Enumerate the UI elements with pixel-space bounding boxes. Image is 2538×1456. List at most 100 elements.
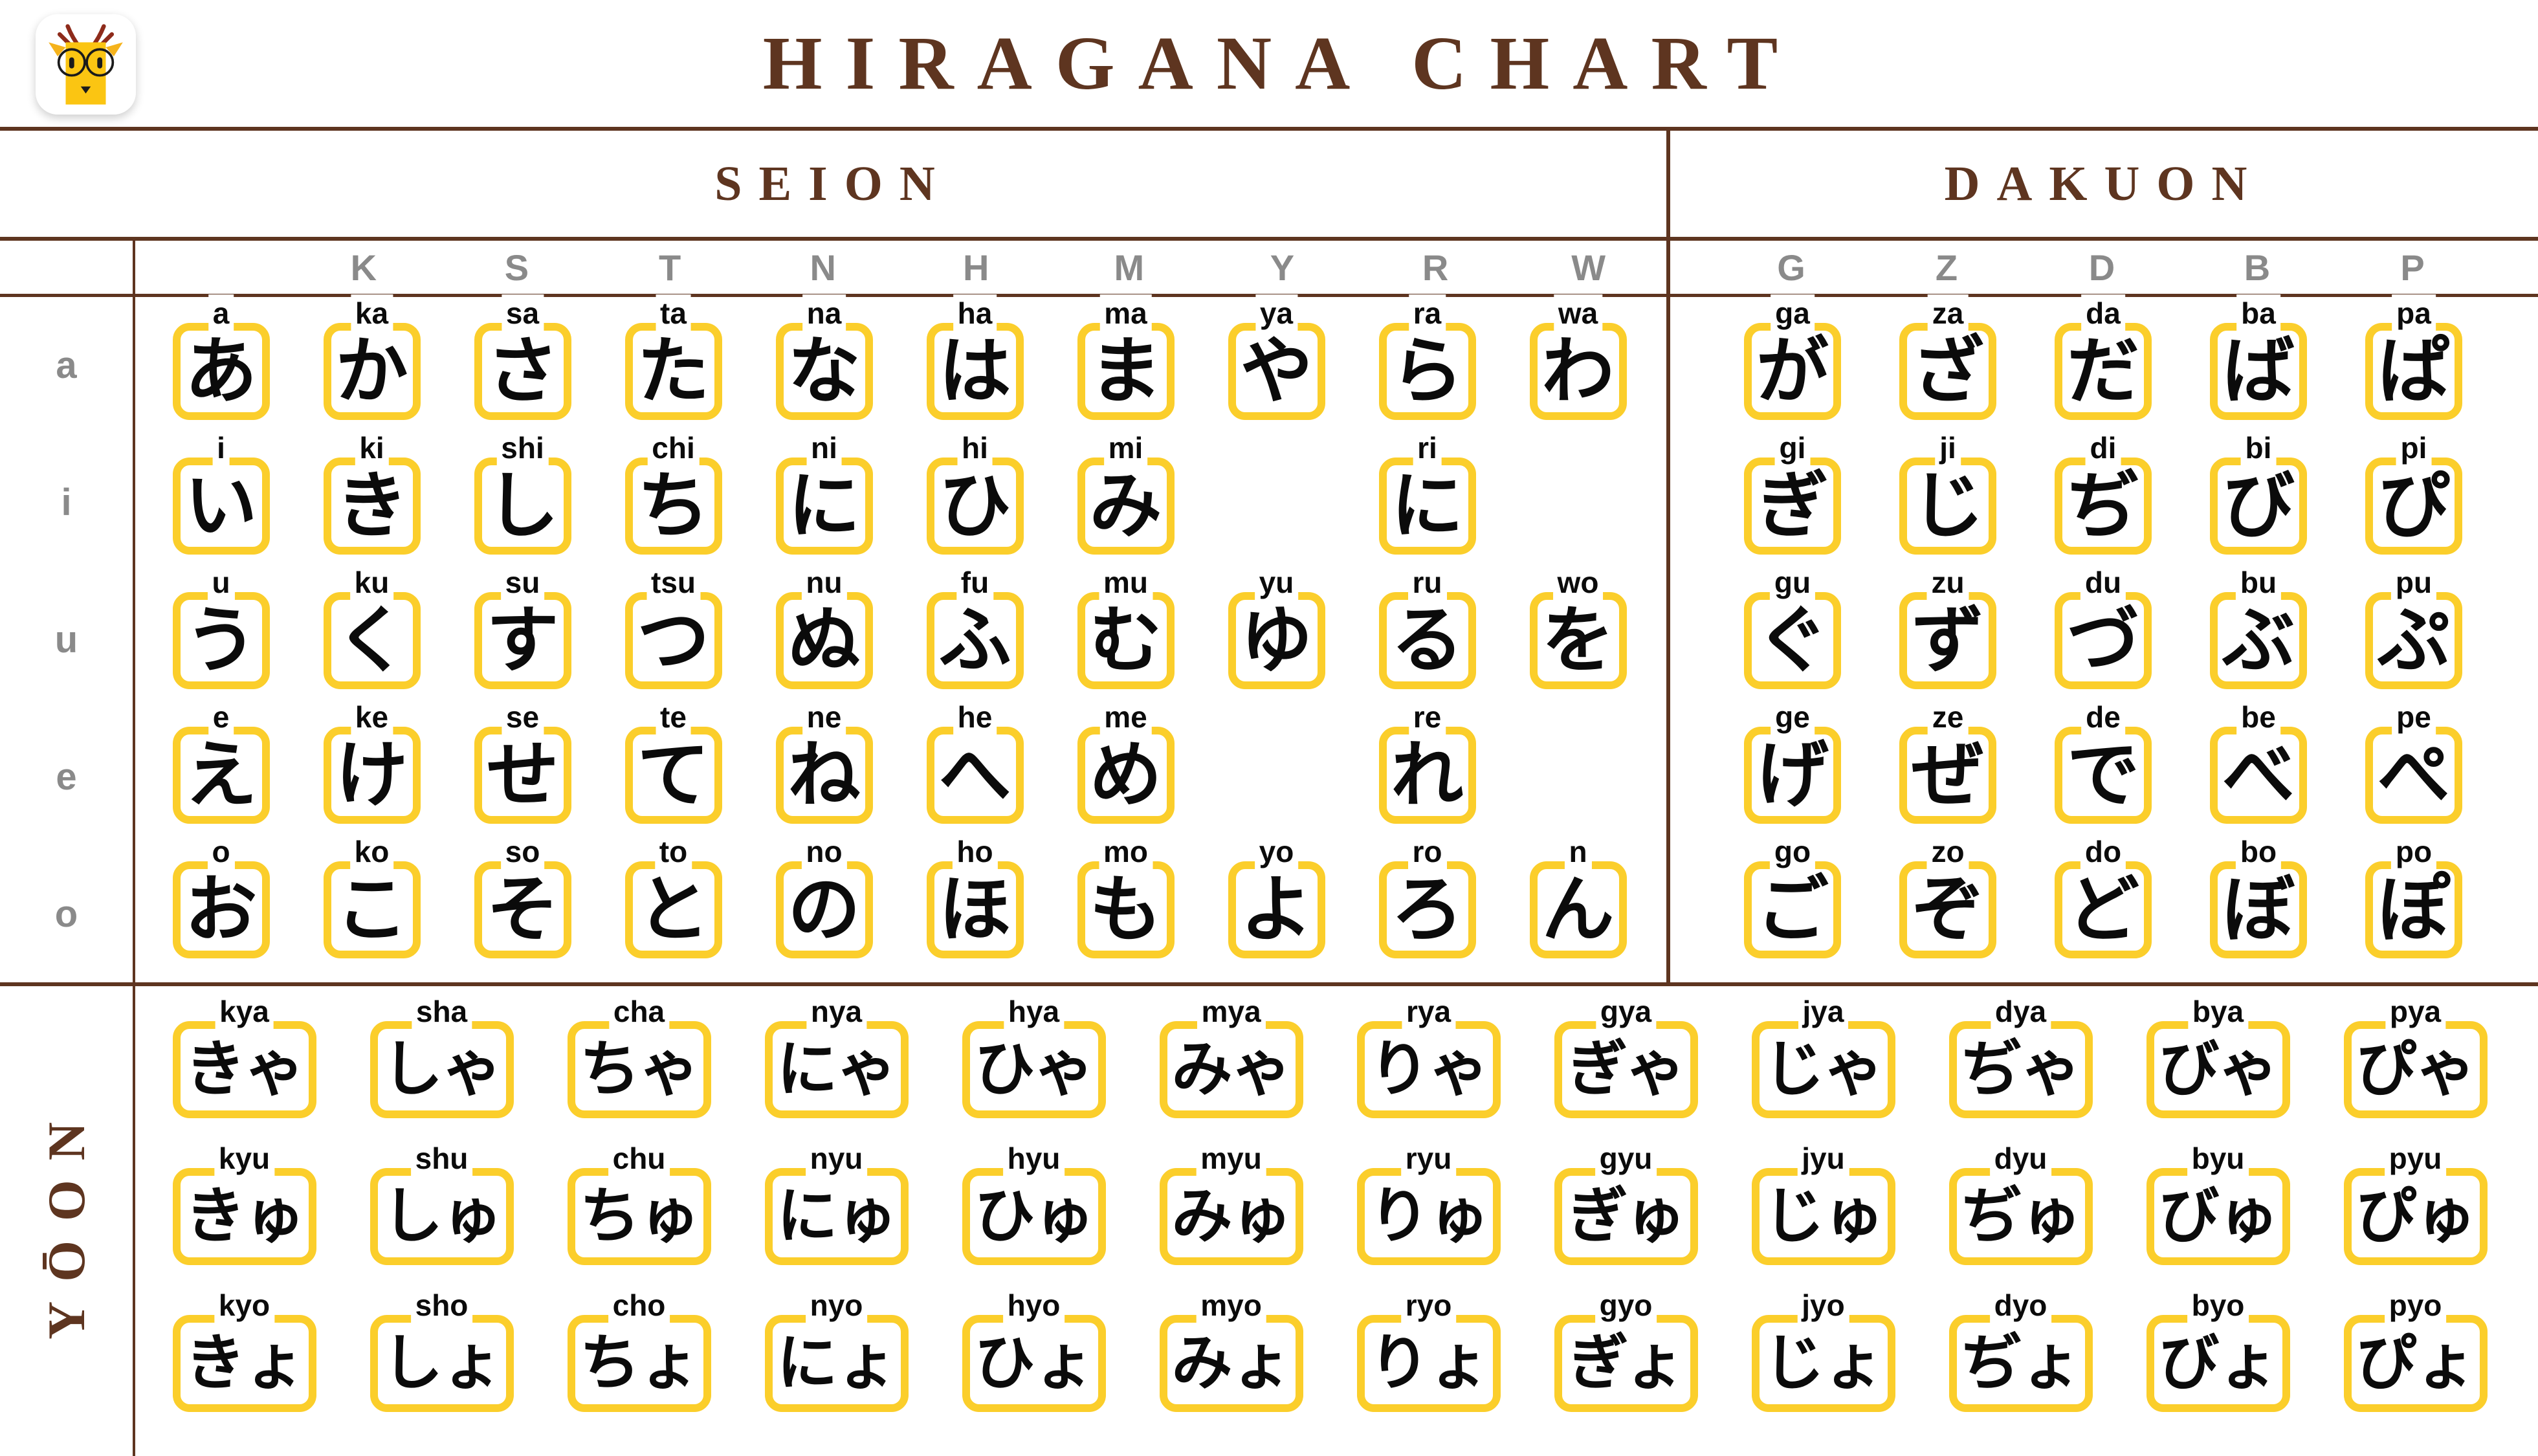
kana-card[interactable]: shi し	[474, 429, 571, 555]
kana-cell[interactable]: jyo じょ	[1725, 1286, 1922, 1437]
kana-cell[interactable]: pi ぴ	[2336, 429, 2491, 573]
kana-card[interactable]: ra ら	[1378, 294, 1476, 420]
kana-card[interactable]: bu ぶ	[2210, 564, 2307, 689]
kana-card[interactable]: ke け	[323, 698, 421, 824]
kana-card[interactable]: ha は	[926, 294, 1024, 420]
kana-card[interactable]: gya ぎゃ	[1554, 993, 1698, 1119]
kana-cell[interactable]: ka か	[296, 294, 447, 439]
kana-card[interactable]: ji じ	[1899, 429, 1996, 555]
kana-cell[interactable]: ta た	[598, 294, 749, 439]
kana-card[interactable]: ku く	[323, 564, 421, 689]
kana-card[interactable]: fu ふ	[926, 564, 1024, 689]
kana-card[interactable]: kyo きょ	[172, 1286, 316, 1412]
kana-cell[interactable]: ne ね	[749, 698, 899, 843]
kana-cell[interactable]: bo ぼ	[2181, 833, 2336, 977]
kana-card[interactable]: bo ぼ	[2210, 833, 2307, 958]
kana-card[interactable]: sho しょ	[370, 1286, 514, 1412]
kana-cell[interactable]: bi び	[2181, 429, 2336, 573]
kana-card[interactable]: ge げ	[1744, 698, 1841, 824]
kana-cell[interactable]: to と	[598, 833, 749, 977]
kana-cell[interactable]: kya きゃ	[146, 993, 343, 1143]
kana-card[interactable]: ne ね	[775, 698, 873, 824]
kana-cell[interactable]: mi み	[1050, 429, 1201, 573]
kana-card[interactable]: za ざ	[1899, 294, 1996, 420]
kana-card[interactable]: de で	[2055, 698, 2152, 824]
kana-cell[interactable]: yo よ	[1201, 833, 1352, 977]
kana-card[interactable]: ma ま	[1077, 294, 1175, 420]
kana-cell[interactable]: zo ぞ	[1870, 833, 2025, 977]
kana-cell[interactable]: nu ぬ	[749, 564, 899, 708]
kana-cell[interactable]: ri に	[1352, 429, 1503, 573]
kana-card[interactable]: ze ぜ	[1899, 698, 1996, 824]
kana-card[interactable]: pya ぴゃ	[2343, 993, 2488, 1119]
kana-cell[interactable]: gu ぐ	[1715, 564, 1870, 708]
kana-card[interactable]: ka か	[323, 294, 421, 420]
kana-cell[interactable]: ko こ	[296, 833, 447, 977]
kana-card[interactable]: nya にゃ	[764, 993, 909, 1119]
kana-card[interactable]: ki き	[323, 429, 421, 555]
kana-cell[interactable]: pyu ぴゅ	[2317, 1139, 2514, 1290]
kana-card[interactable]: ryo りょ	[1356, 1286, 1501, 1412]
kana-cell[interactable]: nya にゃ	[738, 993, 935, 1143]
kana-card[interactable]: da だ	[2055, 294, 2152, 420]
kana-cell[interactable]: shu しゅ	[343, 1139, 540, 1290]
kana-card[interactable]: se せ	[474, 698, 571, 824]
kana-card[interactable]: ro ろ	[1378, 833, 1476, 958]
kana-card[interactable]: ta た	[624, 294, 722, 420]
kana-card[interactable]: gyo ぎょ	[1554, 1286, 1698, 1412]
kana-cell[interactable]: nん	[1503, 833, 1653, 977]
kana-cell[interactable]: ho ほ	[899, 833, 1050, 977]
kana-card[interactable]: pa ぱ	[2365, 294, 2462, 420]
kana-card[interactable]: ryu りゅ	[1356, 1139, 1501, 1265]
kana-cell[interactable]: gyu ぎゅ	[1527, 1139, 1725, 1290]
kana-cell[interactable]: wo を	[1503, 564, 1653, 708]
kana-card[interactable]: dyo ぢょ	[1948, 1286, 2093, 1412]
kana-cell[interactable]: ru る	[1352, 564, 1503, 708]
kana-cell[interactable]: ro ろ	[1352, 833, 1503, 977]
kana-card[interactable]: mu む	[1077, 564, 1175, 689]
kana-cell[interactable]: wa わ	[1503, 294, 1653, 439]
kana-cell[interactable]: sa さ	[447, 294, 598, 439]
kana-cell[interactable]: pyo ぴょ	[2317, 1286, 2514, 1437]
kana-cell[interactable]: de で	[2025, 698, 2181, 843]
kana-card[interactable]: nん	[1529, 833, 1627, 958]
kana-cell[interactable]: bya びゃ	[2119, 993, 2317, 1143]
kana-cell[interactable]: na な	[749, 294, 899, 439]
kana-cell[interactable]: ya や	[1201, 294, 1352, 439]
kana-card[interactable]: po ぽ	[2365, 833, 2462, 958]
kana-card[interactable]: sha しゃ	[370, 993, 514, 1119]
kana-cell[interactable]: shi し	[447, 429, 598, 573]
kana-cell[interactable]: byo びょ	[2119, 1286, 2317, 1437]
kana-cell[interactable]: dya ぢゃ	[1922, 993, 2119, 1143]
kana-card[interactable]: tsu つ	[624, 564, 722, 689]
kana-card[interactable]: pyo ぴょ	[2343, 1286, 2488, 1412]
kana-cell[interactable]: ke け	[296, 698, 447, 843]
kana-cell[interactable]: gya ぎゃ	[1527, 993, 1725, 1143]
kana-card[interactable]: mya みゃ	[1159, 993, 1303, 1119]
kana-cell[interactable]: iい	[146, 429, 296, 573]
kana-card[interactable]: go ご	[1744, 833, 1841, 958]
kana-card[interactable]: oお	[172, 833, 270, 958]
kana-card[interactable]: gu ぐ	[1744, 564, 1841, 689]
kana-cell[interactable]: ku く	[296, 564, 447, 708]
kana-card[interactable]: byo びょ	[2146, 1286, 2290, 1412]
kana-cell[interactable]: dyo ぢょ	[1922, 1286, 2119, 1437]
kana-card[interactable]: so そ	[474, 833, 571, 958]
kana-cell[interactable]: ma ま	[1050, 294, 1201, 439]
kana-card[interactable]: ri に	[1378, 429, 1476, 555]
kana-cell[interactable]: ryo りょ	[1330, 1286, 1527, 1437]
kana-cell[interactable]: chi ち	[598, 429, 749, 573]
kana-card[interactable]: pe ぺ	[2365, 698, 2462, 824]
kana-card[interactable]: yo よ	[1228, 833, 1325, 958]
kana-cell[interactable]: hyu ひゅ	[935, 1139, 1132, 1290]
kana-card[interactable]: su す	[474, 564, 571, 689]
kana-card[interactable]: ba ば	[2210, 294, 2307, 420]
kana-card[interactable]: ko こ	[323, 833, 421, 958]
kana-card[interactable]: me め	[1077, 698, 1175, 824]
kana-cell[interactable]: ze ぜ	[1870, 698, 2025, 843]
kana-card[interactable]: byu びゅ	[2146, 1139, 2290, 1265]
kana-cell[interactable]: yu ゆ	[1201, 564, 1352, 708]
kana-card[interactable]: gi ぎ	[1744, 429, 1841, 555]
kana-card[interactable]: re れ	[1378, 698, 1476, 824]
kana-card[interactable]: kya きゃ	[172, 993, 316, 1119]
